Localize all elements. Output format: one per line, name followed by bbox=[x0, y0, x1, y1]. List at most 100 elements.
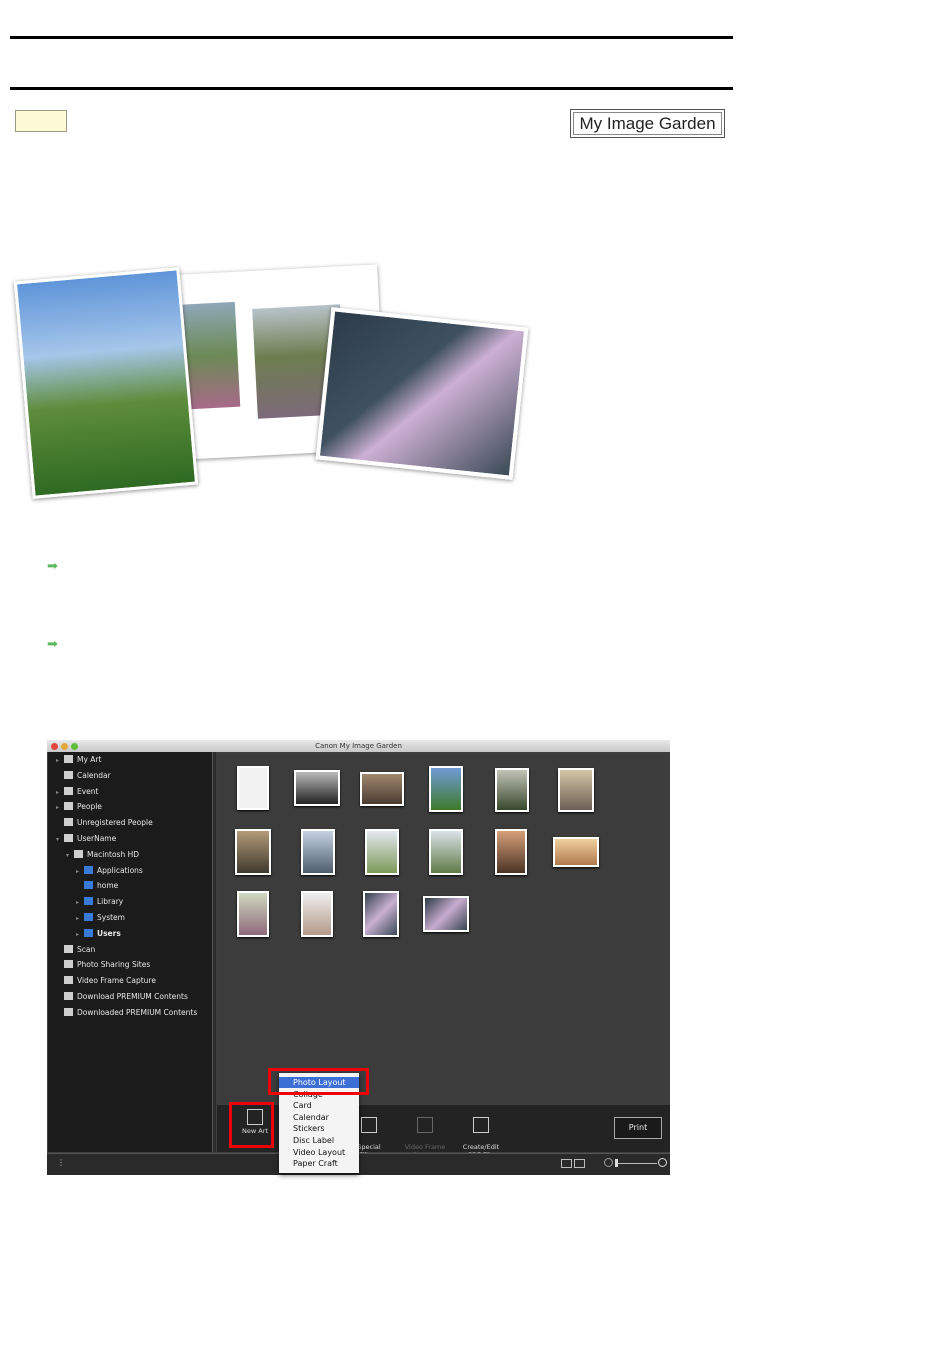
menu-item[interactable]: Video Layout bbox=[279, 1147, 359, 1158]
thumbnail[interactable] bbox=[558, 768, 594, 812]
thumbnail[interactable] bbox=[294, 770, 340, 806]
thumbnail[interactable] bbox=[237, 766, 269, 810]
sidebar-item[interactable]: ▸ My Art bbox=[56, 753, 101, 767]
sidebar-item-label: UserName bbox=[77, 834, 117, 843]
folder-icon bbox=[84, 928, 93, 937]
folder-icon bbox=[84, 881, 93, 890]
sidebar-item-label: Video Frame Capture bbox=[77, 976, 156, 986]
folder-icon bbox=[64, 818, 73, 827]
thumbnail[interactable] bbox=[235, 829, 271, 875]
zoom-slider-thumb[interactable] bbox=[615, 1159, 618, 1167]
sidebar-item[interactable]: Calendar bbox=[56, 769, 111, 783]
menu-item[interactable]: Calendar bbox=[279, 1112, 359, 1123]
thumbnail[interactable] bbox=[365, 829, 399, 875]
sidebar-item[interactable]: ▸ People bbox=[56, 800, 102, 814]
sidebar-item[interactable]: ▸ System bbox=[76, 911, 125, 925]
sidebar-item[interactable]: ▸ Library bbox=[76, 895, 123, 909]
disclosure-triangle-icon[interactable]: ▸ bbox=[56, 754, 64, 768]
photo-frame-left bbox=[13, 267, 199, 499]
sidebar-item-label: Unregistered People bbox=[77, 818, 153, 828]
minimize-window-icon[interactable] bbox=[61, 743, 68, 750]
folder-icon bbox=[64, 755, 73, 763]
folder-icon bbox=[64, 976, 73, 985]
sidebar-item-label: home bbox=[97, 881, 119, 891]
sidebar-splitter[interactable] bbox=[213, 752, 216, 1152]
sidebar-item[interactable]: ▾ Macintosh HD bbox=[66, 848, 139, 862]
thumbnail[interactable] bbox=[553, 837, 599, 867]
grid-view-icon[interactable] bbox=[561, 1159, 572, 1168]
thumbnail[interactable] bbox=[301, 891, 333, 937]
menu-item[interactable]: Stickers bbox=[279, 1123, 359, 1134]
disclosure-triangle-icon[interactable]: ▸ bbox=[76, 928, 84, 942]
thumbnail[interactable] bbox=[495, 768, 529, 812]
folder-icon bbox=[84, 865, 93, 874]
thumbnail[interactable] bbox=[237, 891, 269, 937]
sidebar-item[interactable]: ▸ Applications bbox=[76, 864, 143, 878]
sidebar-item[interactable]: Download PREMIUM Contents bbox=[56, 990, 188, 1004]
disclosure-triangle-icon[interactable]: ▸ bbox=[56, 801, 64, 815]
sidebar-item-label: Macintosh HD bbox=[87, 849, 140, 859]
pdf-file-icon bbox=[473, 1117, 489, 1133]
sidebar-item[interactable]: ▸ Users bbox=[76, 927, 121, 941]
special-filters-icon bbox=[361, 1117, 377, 1133]
folder-icon bbox=[64, 802, 73, 811]
info-icon[interactable]: ⋮ bbox=[57, 1158, 65, 1167]
zoom-window-icon[interactable] bbox=[71, 743, 78, 750]
close-window-icon[interactable] bbox=[51, 743, 58, 750]
sidebar-item[interactable]: ▾ UserName bbox=[56, 832, 116, 846]
sidebar-item[interactable]: Photo Sharing Sites bbox=[56, 958, 150, 972]
second-rule bbox=[10, 87, 733, 90]
link-arrow-icon[interactable]: ➡ bbox=[47, 559, 61, 572]
video-frame-capture-button[interactable]: Video Frame Capture bbox=[399, 1109, 451, 1159]
sidebar-item-label: Scan bbox=[77, 944, 96, 954]
disclosure-triangle-icon[interactable]: ▾ bbox=[56, 833, 64, 847]
window-titlebar: Canon My Image Garden bbox=[47, 740, 670, 752]
callout-new-art bbox=[229, 1102, 274, 1148]
zoom-slider[interactable] bbox=[615, 1163, 657, 1164]
sidebar-item[interactable]: Downloaded PREMIUM Contents bbox=[56, 1006, 197, 1020]
sidebar-item-label: Download PREMIUM Contents bbox=[77, 992, 188, 1001]
sidebar-item[interactable]: Unregistered People bbox=[56, 816, 153, 830]
link-arrow-icon[interactable]: ➡ bbox=[47, 637, 61, 650]
sidebar-item[interactable]: Scan bbox=[56, 943, 95, 957]
thumbnail[interactable] bbox=[429, 766, 463, 812]
thumbnail[interactable] bbox=[360, 772, 404, 806]
folder-icon bbox=[64, 834, 73, 842]
thumbnail[interactable] bbox=[301, 829, 335, 875]
menu-item[interactable]: Card bbox=[279, 1100, 359, 1111]
sidebar-item-label: Calendar bbox=[77, 770, 111, 780]
thumbnail[interactable] bbox=[495, 829, 527, 875]
create-edit-pdf-button[interactable]: Create/Edit PDF File bbox=[455, 1109, 507, 1159]
sidebar: ▸ My Art Calendar ▸ Event ▸ People Unregistered… bbox=[48, 752, 213, 1152]
disclosure-triangle-icon[interactable]: ▸ bbox=[56, 786, 64, 800]
disclosure-triangle-icon[interactable]: ▾ bbox=[66, 849, 74, 863]
disclosure-triangle-icon[interactable]: ▸ bbox=[76, 896, 84, 910]
folder-icon bbox=[64, 992, 73, 1000]
thumbnail[interactable] bbox=[363, 891, 399, 937]
folder-icon bbox=[64, 1007, 73, 1016]
sidebar-item[interactable]: home bbox=[76, 879, 118, 893]
thumbnail-grid bbox=[217, 754, 667, 1104]
sidebar-item-label: Users bbox=[97, 928, 121, 938]
folder-icon bbox=[84, 897, 93, 906]
zoom-in-icon[interactable] bbox=[658, 1158, 667, 1167]
sample-photo-layout-image bbox=[13, 262, 535, 502]
sidebar-item-label: Downloaded PREMIUM Contents bbox=[77, 1007, 198, 1017]
menu-item[interactable]: Disc Label bbox=[279, 1135, 359, 1146]
folder-icon bbox=[64, 786, 73, 795]
folder-icon bbox=[84, 913, 93, 921]
sidebar-item[interactable]: Video Frame Capture bbox=[56, 974, 156, 988]
callout-photo-layout bbox=[268, 1068, 369, 1095]
disclosure-triangle-icon[interactable]: ▸ bbox=[76, 912, 84, 926]
sidebar-item-label: Photo Sharing Sites bbox=[77, 960, 151, 970]
thumbnail[interactable] bbox=[423, 896, 469, 932]
sidebar-item[interactable]: ▸ Event bbox=[56, 785, 99, 799]
zoom-out-icon[interactable] bbox=[604, 1158, 613, 1167]
print-button[interactable]: Print bbox=[614, 1117, 662, 1139]
brand-badge-text: My Image Garden bbox=[573, 112, 722, 135]
thumbnail[interactable] bbox=[429, 829, 463, 875]
photo-frame-right bbox=[315, 307, 529, 480]
list-view-icon[interactable] bbox=[574, 1159, 585, 1168]
menu-item[interactable]: Paper Craft bbox=[279, 1158, 359, 1169]
disclosure-triangle-icon[interactable]: ▸ bbox=[76, 865, 84, 879]
